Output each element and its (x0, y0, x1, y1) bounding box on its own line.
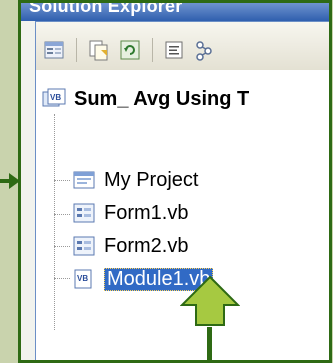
annotation-arrow-up (180, 275, 240, 363)
class-view-button[interactable] (190, 36, 218, 64)
tree-item-label: Form2.vb (104, 234, 189, 257)
toolbar (36, 22, 329, 71)
toolbar-separator (152, 38, 153, 62)
tree-item-label: Sum_ Avg Using T (74, 87, 250, 110)
properties-button[interactable] (40, 36, 68, 64)
form-icon (73, 203, 95, 223)
vb-project-icon: VB (42, 88, 66, 107)
class-view-icon (196, 41, 212, 61)
show-all-files-button[interactable] (84, 36, 112, 64)
annotation-arrow-right (0, 173, 20, 189)
show-all-files-icon (89, 40, 108, 61)
tree-guide-line (54, 214, 70, 215)
tree-item-my-project[interactable]: My Project (72, 167, 198, 193)
my-project-icon (73, 171, 95, 189)
form-icon (73, 236, 95, 256)
toolbar-separator (76, 38, 77, 62)
tree-item-label: My Project (104, 168, 199, 191)
tree-item-form2[interactable]: Form2.vb (72, 233, 188, 259)
tree-guide-line (54, 278, 70, 279)
title-bar: Solution Explorer (21, 3, 329, 21)
properties-icon (44, 41, 64, 59)
tree-root-project[interactable]: VB Sum_ Avg Using T (42, 86, 249, 112)
svg-text:VB: VB (77, 274, 88, 283)
window-title: Solution Explorer (29, 0, 183, 16)
tree-item-form1[interactable]: Form1.vb (72, 200, 188, 226)
tree-guide-line (54, 114, 55, 330)
view-code-button[interactable] (160, 36, 188, 64)
refresh-icon (120, 40, 140, 60)
tree-guide-line (54, 246, 70, 247)
solution-explorer-window: Solution Explorer VB Sum_ Avg Using T My… (18, 0, 332, 363)
vb-module-icon: VB (74, 269, 92, 289)
tree-guide-line (54, 180, 70, 181)
refresh-button[interactable] (116, 36, 144, 64)
tree-item-label: Form1.vb (104, 201, 189, 224)
view-code-icon (165, 41, 183, 59)
svg-text:VB: VB (50, 93, 61, 102)
